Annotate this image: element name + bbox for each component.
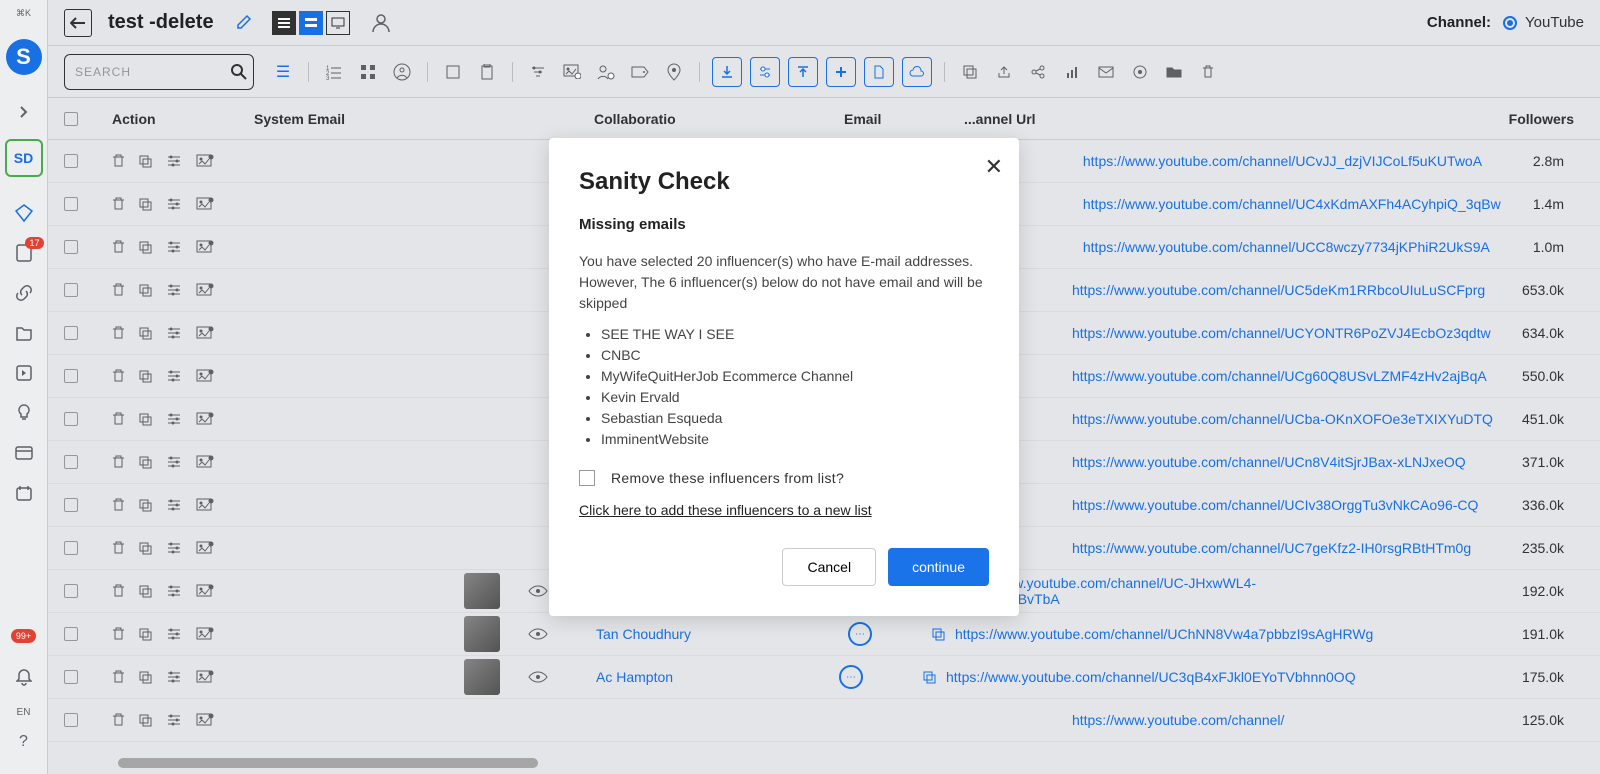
remove-label: Remove these influencers from list?: [611, 470, 844, 486]
continue-button[interactable]: continue: [888, 548, 989, 586]
modal-list-item: ImminentWebsite: [601, 429, 989, 450]
modal-list-item: CNBC: [601, 345, 989, 366]
close-icon[interactable]: ✕: [985, 154, 1003, 180]
modal-subtitle: Missing emails: [579, 216, 989, 233]
modal-body: You have selected 20 influencer(s) who h…: [579, 251, 989, 314]
modal-list-item: SEE THE WAY I SEE: [601, 324, 989, 345]
modal-list: SEE THE WAY I SEECNBCMyWifeQuitHerJob Ec…: [579, 324, 989, 450]
remove-checkbox[interactable]: [579, 470, 595, 486]
modal-list-item: Sebastian Esqueda: [601, 408, 989, 429]
modal-title: Sanity Check: [579, 168, 989, 196]
modal-footer: Cancel continue: [579, 548, 989, 586]
add-to-new-list-link[interactable]: Click here to add these influencers to a…: [579, 502, 872, 518]
modal-check-row: Remove these influencers from list?: [579, 470, 989, 486]
modal-list-item: Kevin Ervald: [601, 387, 989, 408]
modal-list-item: MyWifeQuitHerJob Ecommerce Channel: [601, 366, 989, 387]
cancel-button[interactable]: Cancel: [782, 548, 876, 586]
sanity-check-modal: ✕ Sanity Check Missing emails You have s…: [549, 138, 1019, 616]
